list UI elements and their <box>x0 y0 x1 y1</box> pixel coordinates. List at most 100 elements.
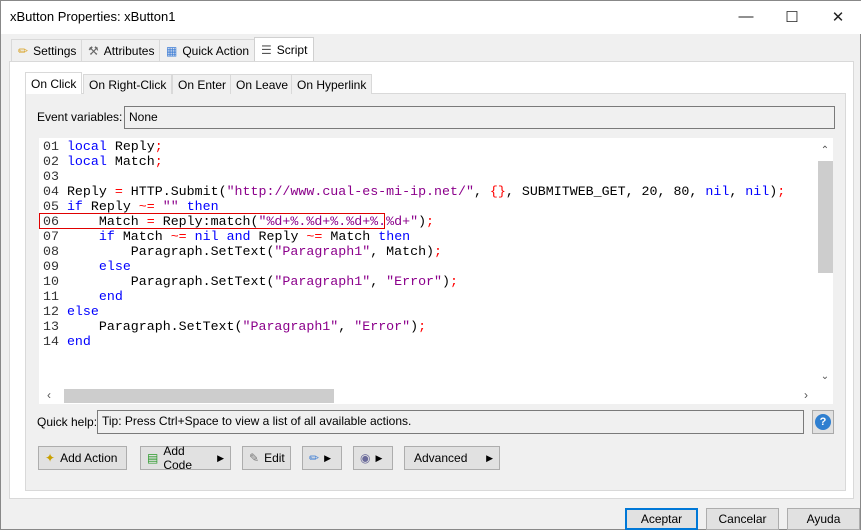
code-token-id: Match <box>322 229 379 244</box>
add-action-label: Add Action <box>60 451 118 465</box>
code-token-kw: end <box>98 289 123 304</box>
code-token-id: Reply <box>106 139 155 154</box>
line-number: 09 <box>43 259 67 274</box>
code-token-kw: else <box>66 304 99 319</box>
edit-button[interactable]: ✎ Edit <box>242 446 291 470</box>
scroll-up-icon[interactable]: ⌃ <box>817 145 833 159</box>
code-token-id: ) <box>442 274 450 289</box>
window-title: xButton Properties: xButton1 <box>10 9 176 24</box>
code-line[interactable]: 02 local Match; <box>43 154 163 169</box>
subtab-on-hyperlink[interactable]: On Hyperlink <box>291 74 373 94</box>
vertical-scrollbar[interactable]: ⌃ ⌄ <box>817 145 833 388</box>
code-token-id <box>67 259 99 274</box>
dropdown-arrow-icon: ▶ <box>375 452 383 463</box>
line-number: 03 <box>43 169 67 184</box>
help-dialog-button[interactable]: Ayuda <box>787 508 860 530</box>
subtab-on-right-click[interactable]: On Right-Click <box>83 74 173 94</box>
code-line[interactable]: 07 if Match ~= nil and Reply ~= Match th… <box>43 229 410 244</box>
code-token-id <box>219 229 227 244</box>
code-token-kw: and <box>226 229 251 244</box>
code-line[interactable]: 04 Reply = HTTP.Submit("http://www.cual-… <box>43 184 785 199</box>
code-token-id <box>67 289 99 304</box>
advanced-button[interactable]: Advanced ▶ <box>404 446 500 470</box>
tab-settings[interactable]: ✏ Settings <box>11 39 84 61</box>
ok-button[interactable]: Aceptar <box>625 508 698 530</box>
add-code-label: Add Code <box>163 444 193 472</box>
pencil-icon: ✏ <box>18 43 29 58</box>
code-token-str: "Paragraph1" <box>274 274 371 289</box>
code-line[interactable]: 14 end <box>43 334 91 349</box>
code-line[interactable]: 13 Paragraph.SetText("Paragraph1", "Erro… <box>43 319 426 334</box>
horizontal-scrollbar[interactable]: ‹ › <box>39 388 817 404</box>
add-action-button[interactable]: ✦ Add Action <box>38 446 127 470</box>
code-token-id: Reply <box>82 199 139 214</box>
code-line[interactable]: 11 end <box>43 289 123 304</box>
code-line[interactable]: 01 local Reply; <box>43 139 163 154</box>
subtab-on-leave[interactable]: On Leave <box>230 74 295 94</box>
subtab-on-enter[interactable]: On Enter <box>172 74 233 94</box>
tab-quick-action[interactable]: ▦ Quick Action <box>159 39 257 61</box>
cancel-button[interactable]: Cancelar <box>706 508 779 530</box>
insert-dropdown-button[interactable]: ◉ ▶ <box>353 446 393 470</box>
code-token-kw: local <box>66 154 107 169</box>
code-token-id: , <box>370 274 387 289</box>
edit-icon: ✎ <box>249 451 260 465</box>
mouse-icon: ◉ <box>360 451 371 465</box>
code-line[interactable]: 12 else <box>43 304 99 319</box>
tab-label: Attributes <box>103 43 155 58</box>
code-token-id: , SUBMITWEB_GET, 20, 80, <box>505 184 706 199</box>
help-button[interactable]: ? <box>812 410 834 434</box>
quick-help-field: Tip: Press Ctrl+Space to view a list of … <box>97 410 804 434</box>
marker-icon: ✏ <box>309 451 320 465</box>
code-editor[interactable]: 01 local Reply; 02 local Match; 03 04 Repl… <box>39 138 833 404</box>
line-number: 05 <box>43 199 67 214</box>
vertical-scroll-thumb[interactable] <box>818 161 833 273</box>
code-token-id: Reply <box>66 184 115 199</box>
code-line[interactable]: 10 Paragraph.SetText("Paragraph1", "Erro… <box>43 274 458 289</box>
code-token-kw: end <box>66 334 91 349</box>
horizontal-scroll-thumb[interactable] <box>64 389 334 403</box>
code-line[interactable]: 03 <box>43 169 67 184</box>
code-token-op: = <box>114 184 123 199</box>
code-token-str: "Paragraph1" <box>242 319 339 334</box>
scroll-left-icon[interactable]: ‹ <box>47 388 51 402</box>
code-token-kw: then <box>378 229 411 244</box>
line-number: 08 <box>43 244 67 259</box>
line-number: 14 <box>43 334 67 349</box>
scroll-down-icon[interactable]: ⌄ <box>817 371 833 385</box>
code-line[interactable]: 08 Paragraph.SetText("Paragraph1", Match… <box>43 244 442 259</box>
code-token-id: HTTP.Submit( <box>122 184 227 199</box>
code-token-kw: then <box>186 199 219 214</box>
dropdown-arrow-icon: ▶ <box>324 452 331 463</box>
line-number: 01 <box>43 139 67 154</box>
code-token-kw: nil <box>705 184 730 199</box>
code-line[interactable]: 05 if Reply ~= "" then <box>43 199 219 214</box>
edit-label: Edit <box>264 451 285 465</box>
code-token-op: ~= <box>306 229 323 244</box>
code-token-str: "" <box>162 199 179 214</box>
code-token-id: Match <box>114 229 171 244</box>
subtab-on-click[interactable]: On Click <box>25 72 83 94</box>
code-token-op: ~= <box>138 199 155 214</box>
add-code-button[interactable]: ▤ Add Code ▶ <box>140 444 231 472</box>
line-number: 11 <box>43 289 67 304</box>
code-token-id: , <box>729 184 746 199</box>
code-token-kw: else <box>98 259 131 274</box>
close-button[interactable]: ✕ <box>815 1 861 32</box>
code-line[interactable]: 09 else <box>43 259 131 274</box>
code-token-id: Paragraph.SetText( <box>66 244 275 259</box>
maximize-button[interactable]: ☐ <box>769 1 815 32</box>
line-number: 02 <box>43 154 67 169</box>
code-token-kw: nil <box>194 229 219 244</box>
scroll-right-icon[interactable]: › <box>804 388 808 402</box>
tab-attributes[interactable]: ⚒ Attributes <box>81 39 162 61</box>
code-token-op: ; <box>450 274 458 289</box>
line-number: 13 <box>43 319 67 334</box>
code-token-id: Paragraph.SetText( <box>66 319 243 334</box>
dropdown-arrow-icon: ▶ <box>217 452 224 463</box>
tab-script[interactable]: ☰ Script <box>254 37 315 62</box>
tools-dropdown-button[interactable]: ✏ ▶ <box>302 446 342 470</box>
highlighted-line-box <box>39 213 385 229</box>
code-token-op: {} <box>489 184 506 199</box>
minimize-button[interactable]: — <box>723 1 769 32</box>
